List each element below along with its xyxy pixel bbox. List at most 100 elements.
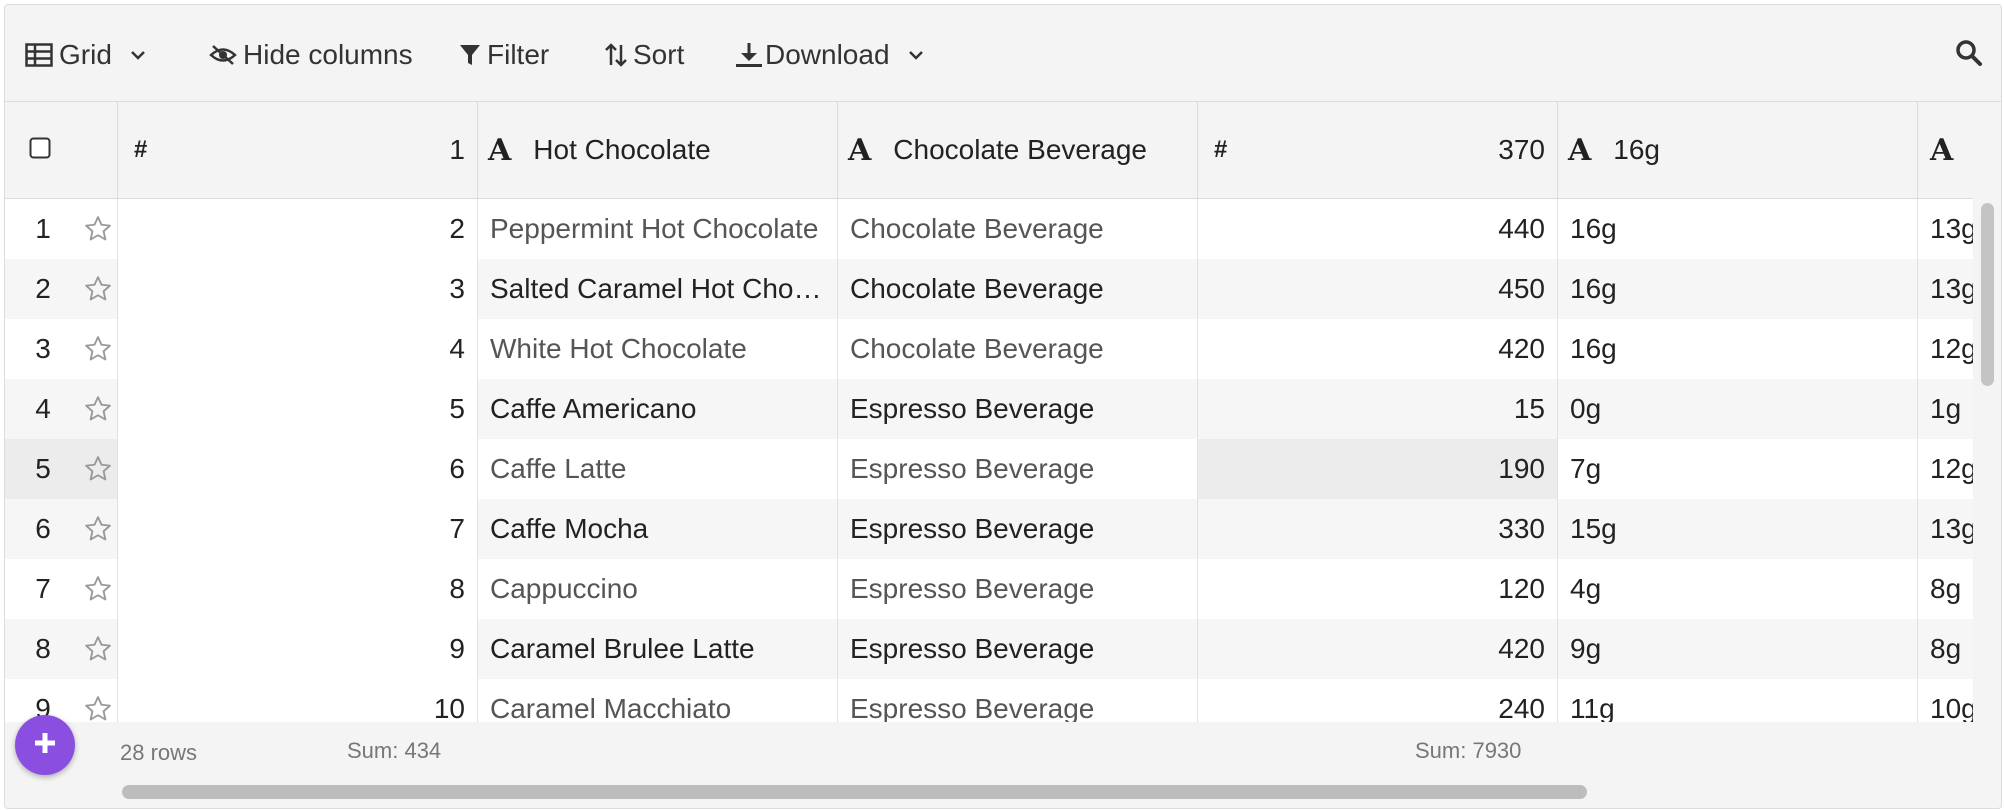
table-view: Grid Hide columns Filter Sort Download #… — [4, 4, 2002, 809]
download-label: Download — [765, 39, 890, 70]
cell-name[interactable]: White Hot Chocolate — [478, 319, 838, 379]
cell-category[interactable]: Chocolate Beverage — [838, 319, 1198, 379]
table-row[interactable]: 2 3 Salted Caramel Hot Cho… Chocolate Bever… — [5, 259, 1973, 320]
cell-id[interactable]: 10 — [118, 679, 478, 722]
cell-id[interactable]: 2 — [118, 199, 478, 259]
star-icon[interactable] — [83, 394, 113, 431]
star-icon[interactable] — [83, 214, 113, 251]
sum-calories-column: Sum: 7930 — [1415, 738, 1522, 763]
table-row[interactable]: 6 7 Caffe Mocha Espresso Beverage 330 15g 13g — [5, 499, 1973, 560]
row-count: 28 rows — [120, 740, 198, 765]
filter-button[interactable]: Filter — [459, 35, 549, 75]
cell-extra[interactable]: 12g — [1918, 319, 1973, 379]
cell-name[interactable]: Salted Caramel Hot Cho… — [478, 259, 838, 319]
cell-id[interactable]: 8 — [118, 559, 478, 619]
vertical-scrollbar[interactable] — [1981, 203, 1994, 386]
cell-fat[interactable]: 4g — [1558, 559, 1918, 619]
star-icon[interactable] — [83, 454, 113, 491]
cell-fat[interactable]: 16g — [1558, 199, 1918, 259]
cell-category[interactable]: Espresso Beverage — [838, 559, 1198, 619]
cell-category[interactable]: Chocolate Beverage — [838, 259, 1198, 319]
cell-id[interactable]: 7 — [118, 499, 478, 559]
column-header-category[interactable]: A Chocolate Beverage — [838, 102, 1198, 198]
cell-extra[interactable]: 13g — [1918, 199, 1973, 259]
column-header-calories[interactable]: # 370 — [1198, 102, 1558, 198]
column-header-id[interactable]: # 1 — [118, 102, 478, 198]
cell-category[interactable]: Espresso Beverage — [838, 499, 1198, 559]
hide-columns-button[interactable]: Hide columns — [209, 35, 413, 75]
cell-extra[interactable]: 8g — [1918, 619, 1973, 679]
filter-label: Filter — [487, 39, 550, 70]
cell-fat[interactable]: 16g — [1558, 259, 1918, 319]
cell-fat[interactable]: 7g — [1558, 439, 1918, 499]
table-row[interactable]: 3 4 White Hot Chocolate Chocolate Beverage 4… — [5, 319, 1973, 380]
cell-extra[interactable]: 12g — [1918, 439, 1973, 499]
cell-name[interactable]: Caramel Macchiato — [478, 679, 838, 722]
column-header-row: # 1 A Hot Chocolate A Chocolate Beverage… — [5, 102, 1973, 199]
star-icon[interactable] — [83, 514, 113, 551]
cell-calories[interactable]: 330 — [1198, 499, 1558, 559]
cell-id[interactable]: 3 — [118, 259, 478, 319]
cell-id[interactable]: 5 — [118, 379, 478, 439]
cell-category[interactable]: Espresso Beverage — [838, 379, 1198, 439]
select-all-checkbox[interactable] — [29, 134, 51, 166]
cell-category[interactable]: Espresso Beverage — [838, 619, 1198, 679]
cell-extra[interactable]: 1g — [1918, 379, 1973, 439]
text-type-icon: A — [488, 132, 512, 168]
download-button[interactable]: Download — [735, 35, 924, 75]
table-row[interactable]: 4 5 Caffe Americano Espresso Beverage 15 0g 1g — [5, 379, 1973, 440]
cell-calories[interactable]: 190 — [1198, 439, 1558, 499]
search-button[interactable] — [1955, 33, 1983, 73]
cell-calories[interactable]: 420 — [1198, 319, 1558, 379]
column-header-extra[interactable]: A — [1918, 102, 1973, 198]
view-switcher-button[interactable]: Grid — [25, 35, 146, 75]
cell-extra[interactable]: 13g — [1918, 259, 1973, 319]
hide-columns-label: Hide columns — [243, 39, 413, 70]
column-header-fat[interactable]: A 16g — [1558, 102, 1918, 198]
row-header-cell: 8 — [5, 619, 118, 679]
vertical-scrollbar-track — [1973, 102, 2001, 722]
cell-fat[interactable]: 0g — [1558, 379, 1918, 439]
star-icon[interactable] — [83, 334, 113, 371]
horizontal-scrollbar[interactable] — [122, 785, 1587, 799]
cell-fat[interactable]: 9g — [1558, 619, 1918, 679]
sort-button[interactable]: Sort — [605, 35, 684, 75]
cell-calories[interactable]: 15 — [1198, 379, 1558, 439]
cell-name[interactable]: Caffe Mocha — [478, 499, 838, 559]
table-row[interactable]: 9 10 Caramel Macchiato Espresso Beverage 240… — [5, 679, 1973, 722]
cell-category[interactable]: Espresso Beverage — [838, 679, 1198, 722]
cell-fat[interactable]: 11g — [1558, 679, 1918, 722]
cell-name[interactable]: Cappuccino — [478, 559, 838, 619]
cell-category[interactable]: Chocolate Beverage — [838, 199, 1198, 259]
star-icon[interactable] — [83, 274, 113, 311]
cell-calories[interactable]: 440 — [1198, 199, 1558, 259]
table-row[interactable]: 7 8 Cappuccino Espresso Beverage 120 4g 8g — [5, 559, 1973, 620]
table-row[interactable]: 8 9 Caramel Brulee Latte Espresso Beverage 4… — [5, 619, 1973, 680]
cell-id[interactable]: 6 — [118, 439, 478, 499]
table-row[interactable]: 1 2 Peppermint Hot Chocolate Chocolate Beve… — [5, 199, 1973, 260]
table-footer: 28 rows Sum: 434 Sum: 7930 — [5, 722, 1973, 778]
cell-id[interactable]: 4 — [118, 319, 478, 379]
cell-name[interactable]: Caffe Latte — [478, 439, 838, 499]
table-row[interactable]: 5 6 Caffe Latte Espresso Beverage 190 7g 12g — [5, 439, 1973, 500]
cell-calories[interactable]: 420 — [1198, 619, 1558, 679]
column-header-name[interactable]: A Hot Chocolate — [478, 102, 838, 198]
cell-extra[interactable]: 10g — [1918, 679, 1973, 722]
cell-name[interactable]: Caffe Americano — [478, 379, 838, 439]
cell-category[interactable]: Espresso Beverage — [838, 439, 1198, 499]
cell-id[interactable]: 9 — [118, 619, 478, 679]
cell-extra[interactable]: 13g — [1918, 499, 1973, 559]
cell-name[interactable]: Caramel Brulee Latte — [478, 619, 838, 679]
cell-fat[interactable]: 15g — [1558, 499, 1918, 559]
cell-calories[interactable]: 240 — [1198, 679, 1558, 722]
star-icon[interactable] — [83, 694, 113, 722]
cell-name[interactable]: Peppermint Hot Chocolate — [478, 199, 838, 259]
star-icon[interactable] — [83, 574, 113, 611]
cell-extra[interactable]: 8g — [1918, 559, 1973, 619]
cell-calories[interactable]: 120 — [1198, 559, 1558, 619]
cell-calories[interactable]: 450 — [1198, 259, 1558, 319]
add-row-button[interactable] — [15, 715, 75, 775]
star-icon[interactable] — [83, 634, 113, 671]
cell-fat[interactable]: 16g — [1558, 319, 1918, 379]
row-header-cell: 1 — [5, 199, 118, 259]
